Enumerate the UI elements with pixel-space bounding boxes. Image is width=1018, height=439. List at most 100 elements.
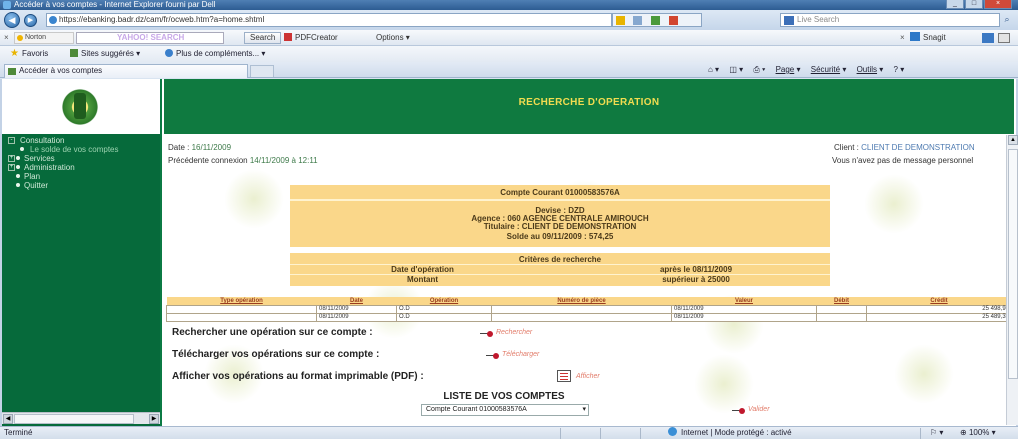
expand-icon[interactable]: + [8,164,15,171]
account-select[interactable]: Compte Courant 01000583576A ▾ [421,404,589,416]
globe-icon [668,427,677,436]
status-text: Terminé [4,428,33,437]
bullet-icon [16,183,20,187]
background-emblem [864,174,924,234]
table-row: 08/11/2009 O.D 08/11/2009 25 489,39 [166,312,1012,322]
scroll-thumb[interactable] [14,414,134,424]
url-input[interactable]: https://ebanking.badr.dz/cam/fr/ocweb.ht… [46,13,612,27]
command-bar: ⌂ ▾ ◫ ▾ ⎙ ▾ Page ▾ Sécurité ▾ Outils ▾ ?… [708,62,912,78]
options-menu[interactable]: Options ▾ [376,30,410,46]
favorites-star-icon[interactable]: ★ [10,46,19,62]
pdfcreator-button[interactable]: PDFCreator [284,30,338,46]
page-menu[interactable]: Page ▾ [776,65,801,74]
maximize-button[interactable]: □ [965,0,983,9]
address-tools [612,13,702,27]
main-panel: RECHERCHE D'OPERATION Date : 16/11/2009 … [164,79,1014,426]
ie-app-icon [3,1,11,9]
yahoo-search-input[interactable]: YAHOO! SEARCH [76,32,224,44]
snagit-edit-icon[interactable] [998,33,1010,43]
tools-menu[interactable]: Outils ▾ [857,65,884,74]
print-icon[interactable]: ⎙ ▾ [753,65,765,74]
expand-icon[interactable]: + [8,155,15,162]
snagit-icon [910,32,920,41]
account-details: Devise : DZD Agence : 060 AGENCE CENTRAL… [290,207,830,241]
vertical-scrollbar[interactable]: ▲ [1006,135,1018,425]
forward-button[interactable]: ▶ [24,14,37,27]
personal-message: Vous n'avez pas de message personnel [832,156,974,165]
norton-button[interactable]: Norton [14,32,74,44]
stop-icon[interactable] [669,16,678,25]
close-button[interactable]: × [984,0,1012,9]
yahoo-toolbar: × Norton YAHOO! SEARCH Search PDFCreator… [0,30,1018,46]
print-operations-button[interactable]: Afficher [560,373,600,380]
page-content: - Consultation Le solde de vos comptes +… [0,79,1018,426]
lock-icon[interactable] [616,16,625,25]
tab-acceder-comptes[interactable]: Accéder à vos comptes [4,64,248,78]
suggested-sites-link[interactable]: Sites suggérés ▾ [70,46,140,62]
refresh-icon[interactable] [651,16,660,25]
compat-icon[interactable] [633,16,642,25]
col-credit[interactable]: Crédit [866,297,1012,305]
scroll-left-icon[interactable]: ◀ [3,414,13,424]
download-operations-button[interactable]: Télécharger [486,351,539,359]
navigation-tree: - Consultation Le solde de vos comptes +… [6,136,162,190]
norton-icon [17,35,23,41]
security-zone[interactable]: Internet | Mode protégé : activé [668,427,792,439]
client-line: Client : CLIENT DE DEMONSTRATION [834,143,975,152]
col-valeur[interactable]: Valeur [671,297,817,305]
client-name: CLIENT DE DEMONSTRATION [861,143,975,152]
col-type[interactable]: Type opération [166,297,317,305]
favorites-bar: ★ Favoris Sites suggérés ▾ Plus de compl… [0,46,1018,62]
arrow-dot-icon [486,353,500,359]
chevron-down-icon[interactable]: ▾ [582,405,586,415]
search-operation-button[interactable]: Rechercher [480,329,532,337]
sidebar-item-plan[interactable]: Plan [6,172,162,181]
col-operation[interactable]: Opération [396,297,492,305]
table-header-row: Type opération Date Opération Numéro de … [166,297,1012,305]
divider [600,428,601,439]
sidebar-item-quitter[interactable]: Quitter [6,181,162,190]
col-date[interactable]: Date [316,297,397,305]
sidebar-item-services[interactable]: + Services [6,154,162,163]
bank-logo [58,85,102,129]
divider [560,428,561,439]
back-button[interactable]: ◀ [4,12,20,28]
favorites-button[interactable]: Favoris [22,46,48,62]
sidebar-item-consultation[interactable]: - Consultation [6,136,162,145]
protected-mode-icon[interactable]: ⚐ ▾ [930,427,943,439]
zoom-control[interactable]: ⊕ 100% ▾ [960,427,996,439]
scroll-thumb[interactable] [1008,149,1018,379]
sidebar-item-administration[interactable]: + Administration [6,163,162,172]
divider [920,428,921,439]
scroll-right-icon[interactable]: ▶ [149,414,159,424]
validate-button[interactable]: Valider [732,406,770,414]
new-tab-button[interactable] [250,65,274,77]
snagit-capture-icon[interactable] [982,33,994,43]
sidebar-horizontal-scrollbar[interactable]: ◀ ▶ [2,412,160,424]
snagit-button[interactable]: Snagit [910,30,946,46]
toolbar-close-icon[interactable]: × [4,30,9,46]
operations-table: Type opération Date Opération Numéro de … [166,297,1012,322]
download-operations-label: Télécharger vos opérations sur ce compte… [172,349,380,360]
security-menu[interactable]: Sécurité ▾ [811,65,847,74]
minimize-button[interactable]: _ [946,0,964,9]
col-numero-piece[interactable]: Numéro de pièce [491,297,672,305]
arrow-dot-icon [732,408,746,414]
search-criteria-panel: Critères de recherche Date d'opération a… [290,253,830,286]
live-search-input[interactable]: Live Search [780,13,1000,27]
col-debit[interactable]: Débit [816,297,867,305]
collapse-icon[interactable]: - [8,137,15,144]
addons-icon [165,49,173,57]
window-controls: _ □ × [946,0,1012,10]
previous-connection-line: Précédente connexion 14/11/2009 à 12:11 [168,156,318,165]
sidebar-item-solde[interactable]: Le solde de vos comptes [6,145,162,154]
toolbar2-close-icon[interactable]: × [900,30,905,46]
home-icon[interactable]: ⌂ ▾ [708,65,719,74]
scroll-up-icon[interactable]: ▲ [1008,135,1018,145]
feeds-icon[interactable]: ◫ ▾ [729,65,743,74]
yahoo-search-button[interactable]: Search [244,32,282,44]
arrow-dot-icon [480,331,494,337]
help-icon[interactable]: ? ▾ [894,65,905,74]
search-icon[interactable]: ⌕ [1000,13,1014,27]
more-addons-link[interactable]: Plus de compléments... ▾ [165,46,265,62]
